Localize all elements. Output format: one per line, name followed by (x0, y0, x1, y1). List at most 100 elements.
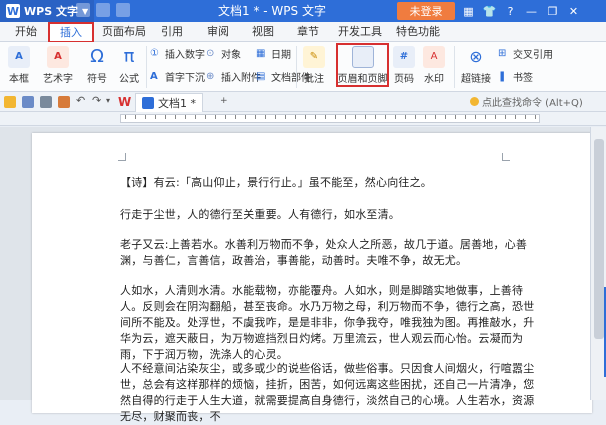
document-tab-label: 文档1 * (158, 97, 196, 110)
ruler-tick (365, 115, 366, 119)
ruler-tick (125, 115, 126, 119)
tab-chapter[interactable]: 章节 (290, 22, 326, 42)
object-label: 对象 (221, 50, 241, 61)
wordart-icon: A (47, 46, 69, 68)
scrollbar-thumb[interactable] (594, 139, 604, 339)
save-icon[interactable] (22, 96, 34, 108)
title-bar: W WPS 文字 ▼ 文档1 * - WPS 文字 未登录 ▦ 👕 ? — ❐ … (0, 0, 606, 22)
hyperlink-button[interactable]: ⊗ 超链接 (458, 46, 494, 85)
ruler-tick (255, 115, 256, 119)
wps-home-icon[interactable]: W (118, 95, 131, 109)
insert-number-label: 插入数字 (165, 50, 205, 61)
watermark-button[interactable]: A 水印 (420, 46, 448, 85)
symbol-button[interactable]: Ω 符号 (84, 46, 110, 85)
ruler-tick (395, 115, 396, 119)
ruler-tick (295, 115, 296, 119)
lightbulb-icon (470, 97, 479, 106)
tab-insert[interactable]: 插入 (48, 22, 94, 43)
ruler-tick (525, 115, 526, 119)
vertical-scrollbar[interactable] (590, 127, 606, 400)
preview-icon[interactable] (58, 96, 70, 108)
object-icon: ⊙ (206, 47, 215, 59)
document-page[interactable]: 【诗】有云:「高山仰止，景行行止。」虽不能至，然心向往之。 行走于尘世，人的德行… (32, 133, 592, 423)
ruler-tick (445, 115, 446, 119)
layout-icon[interactable]: ▦ (458, 5, 479, 18)
tab-special[interactable]: 特色功能 (392, 22, 444, 42)
ruler-tick (305, 115, 306, 119)
ruler-tick (165, 115, 166, 119)
ruler-tick (375, 115, 376, 119)
horizontal-ruler[interactable] (0, 112, 606, 126)
textbox-button[interactable]: A 本框 (4, 46, 34, 85)
maximize-button[interactable]: ❐ (542, 5, 563, 18)
bookmark-button[interactable]: ❚ 书签 (498, 69, 533, 85)
paragraph[interactable]: 【诗】有云:「高山仰止，景行行止。」虽不能至，然心向往之。 (120, 175, 540, 191)
header-footer-highlight (336, 43, 389, 87)
save-icon[interactable] (116, 3, 130, 17)
tab-references[interactable]: 引用 (154, 22, 190, 42)
date-button[interactable]: ▦ 日期 (256, 46, 291, 62)
tab-home[interactable]: 开始 (8, 22, 44, 42)
margin-corner (502, 153, 510, 161)
cross-ref-button[interactable]: ⊞ 交叉引用 (498, 46, 553, 62)
command-search[interactable]: 点此查找命令 (Alt+Q) (470, 94, 583, 109)
attachment-button[interactable]: ⊕ 插入附件 (206, 69, 261, 85)
app-name: WPS 文字 (24, 5, 78, 18)
paragraph[interactable]: 老子又云:上善若水。水善利万物而不争，处众人之所恶，故几于道。居善地，心善渊，与… (120, 237, 540, 269)
ruler-tick (205, 115, 206, 119)
tab-review[interactable]: 审阅 (200, 22, 236, 42)
ruler-tick (195, 115, 196, 119)
new-doc-icon[interactable] (76, 3, 90, 17)
ruler-tick (145, 115, 146, 119)
page-number-label: 页码 (394, 74, 414, 85)
ruler-tick (275, 115, 276, 119)
ruler-tick (425, 115, 426, 119)
print-icon[interactable] (40, 96, 52, 108)
dropcap-label: 首字下沉 (165, 73, 205, 84)
menu-bar: 开始 插入 页面布局 引用 审阅 视图 章节 开发工具 特色功能 (0, 22, 606, 43)
insert-number-button[interactable]: ① 插入数字 (150, 46, 205, 62)
symbol-icon: Ω (90, 46, 104, 67)
paragraph[interactable]: 人如水，人清则水清。水能载物，亦能覆舟。人如水，则是脚踏实地做事，上善待人。反则… (120, 283, 540, 363)
ruler-tick (315, 115, 316, 119)
ruler-tick (535, 115, 536, 119)
skin-icon[interactable]: 👕 (479, 5, 500, 18)
help-icon[interactable]: ? (500, 5, 521, 18)
ruler-tick (325, 115, 326, 119)
open-icon[interactable] (96, 3, 110, 17)
ruler-tick (185, 115, 186, 119)
minimize-button[interactable]: — (521, 5, 542, 18)
page-number-icon: # (393, 46, 415, 68)
document-icon (142, 97, 154, 109)
open-folder-icon[interactable] (4, 96, 16, 108)
paragraph[interactable]: 人不经意间沾染灰尘，或多或少的说些俗话，做些俗事。只因食人间烟火，行喧嚣尘世，总… (120, 361, 540, 425)
page-number-button[interactable]: # 页码 (390, 46, 418, 85)
formula-button[interactable]: π 公式 (116, 46, 142, 85)
dropcap-button[interactable]: A 首字下沉 (150, 69, 205, 85)
paragraph[interactable]: 行走于尘世，人的德行至关重要。人有德行，如水至清。 (120, 207, 540, 223)
tab-add-icon[interactable]: + (220, 96, 228, 106)
tab-page-layout[interactable]: 页面布局 (98, 22, 150, 42)
attachment-label: 插入附件 (221, 73, 261, 84)
textbox-label: 本框 (9, 74, 29, 85)
close-button[interactable]: ✕ (563, 5, 584, 18)
ruler-tick (465, 115, 466, 119)
tab-developer[interactable]: 开发工具 (334, 22, 386, 42)
undo-icon[interactable]: ↶ (76, 94, 85, 107)
tab-document[interactable]: 文档1 * (135, 93, 203, 112)
hyperlink-label: 超链接 (461, 74, 491, 85)
hyperlink-icon: ⊗ (469, 47, 483, 66)
comment-button[interactable]: ✎ 批注 (300, 46, 328, 85)
object-button[interactable]: ⊙ 对象 (206, 46, 241, 62)
login-button[interactable]: 未登录 (397, 2, 455, 20)
dropcap-icon: A (150, 70, 158, 82)
ruler-tick (155, 115, 156, 119)
date-label: 日期 (271, 50, 291, 61)
wordart-button[interactable]: A 艺术字 (38, 46, 78, 85)
ruler-tick (515, 115, 516, 119)
tab-view[interactable]: 视图 (245, 22, 281, 42)
redo-icon[interactable]: ↷ (92, 94, 101, 107)
chevron-down-icon[interactable]: ▾ (106, 96, 110, 105)
comment-icon: ✎ (303, 46, 325, 68)
ruler-tick (265, 115, 266, 119)
